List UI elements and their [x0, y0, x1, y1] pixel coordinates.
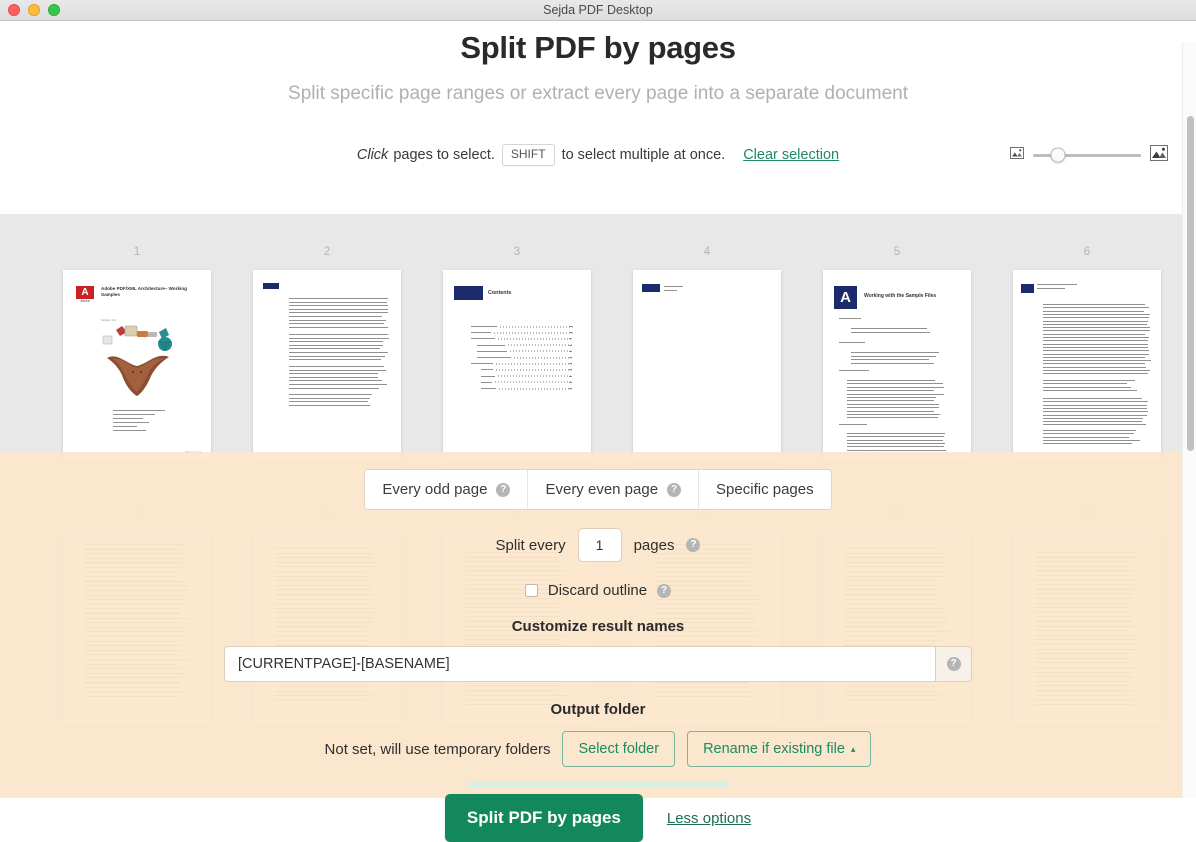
cover-title: Adobe PDF/XML Architecture– Working Samp…	[101, 286, 197, 298]
select-folder-label: Select folder	[578, 741, 659, 757]
output-folder-row: Not set, will use temporary folders Sele…	[0, 731, 1196, 767]
help-icon[interactable]: ?	[657, 584, 671, 598]
click-hint-emphasis: Click	[357, 147, 388, 163]
zoom-slider[interactable]	[1033, 154, 1141, 157]
split-every-unit: pages	[634, 537, 675, 554]
result-names-field-group: ?	[224, 646, 972, 682]
result-names-help-button[interactable]: ?	[935, 646, 972, 682]
thumbnail-item[interactable]: 6 2 Adobe	[992, 246, 1182, 462]
thumbnail-item[interactable]: 2 1 Adobe	[232, 246, 422, 462]
shift-key-badge: SHIFT	[502, 144, 555, 165]
thumbnail-item[interactable]: 4 ii	[612, 246, 802, 462]
thumbnail-row-1: 1 A Adobe Adobe PDF/XML Architecture– Wor…	[0, 246, 1196, 462]
chapter-badge: A	[834, 286, 857, 309]
help-icon[interactable]: ?	[686, 538, 700, 552]
window-titlebar: Sejda PDF Desktop	[0, 0, 1196, 21]
contents-heading: Contents	[488, 290, 511, 297]
page-number-label: 6	[992, 246, 1182, 260]
action-row: Split PDF by pages Less options	[0, 794, 1196, 842]
help-icon[interactable]: ?	[667, 483, 681, 497]
vertical-scrollbar[interactable]	[1182, 42, 1196, 798]
chapter-heading: Working with the Sample Files	[864, 293, 960, 300]
split-mode-tabs[interactable]: Every odd page ? Every even page ? Speci…	[364, 469, 831, 510]
page-preview[interactable]: 2 Adobe	[1013, 270, 1161, 462]
split-every-label: Split every	[496, 537, 566, 554]
window-title: Sejda PDF Desktop	[0, 3, 1196, 17]
rename-if-existing-label: Rename if existing file	[703, 741, 845, 757]
thumbnail-item[interactable]: 1 A Adobe Adobe PDF/XML Architecture– Wor…	[42, 246, 232, 462]
image-large-icon[interactable]	[1150, 145, 1168, 165]
cover-illustration	[97, 322, 181, 400]
page-preview[interactable]: 1 Adobe	[253, 270, 401, 462]
multi-select-hint: to select multiple at once.	[562, 147, 726, 163]
tab-every-odd-page[interactable]: Every odd page ?	[365, 470, 528, 509]
page-preview[interactable]: A Adobe Adobe PDF/XML Architecture– Worki…	[63, 270, 211, 462]
page-title: Split PDF by pages	[0, 30, 1196, 66]
thumbnail-item[interactable]: 3 Contents Adobe PDF/XML Architecture Wo…	[422, 246, 612, 462]
tab-label: Every even page	[545, 481, 658, 498]
output-folder-label: Output folder	[0, 701, 1196, 718]
help-icon[interactable]: ?	[947, 657, 961, 671]
tab-label: Every odd page	[382, 481, 487, 498]
page-number-label: 1	[42, 246, 232, 260]
page-preview[interactable]: A Working with the Sample Files Adobe PD…	[823, 270, 971, 462]
tab-specific-pages[interactable]: Specific pages	[699, 470, 831, 509]
split-pdf-button[interactable]: Split PDF by pages	[445, 794, 643, 842]
result-names-input[interactable]	[224, 646, 935, 682]
app-root: Split PDF by pages Split specific page r…	[0, 21, 1196, 798]
discard-outline-row: Discard outline ?	[0, 582, 1196, 599]
page-number-label: 3	[422, 246, 612, 260]
progress-placeholder	[467, 781, 729, 787]
page-number-label: 5	[802, 246, 992, 260]
scrollbar-thumb[interactable]	[1187, 116, 1194, 451]
select-folder-button[interactable]: Select folder	[562, 731, 675, 767]
output-folder-status: Not set, will use temporary folders	[325, 741, 551, 758]
page-subtitle: Split specific page ranges or extract ev…	[0, 83, 1196, 105]
split-every-row: Split every pages ?	[0, 528, 1196, 562]
discard-outline-checkbox[interactable]	[525, 584, 538, 597]
help-icon[interactable]: ?	[496, 483, 510, 497]
page-number-label: 2	[232, 246, 422, 260]
less-options-link[interactable]: Less options	[667, 810, 751, 827]
caret-up-icon: ▴	[851, 744, 856, 755]
tab-label: Specific pages	[716, 481, 814, 498]
page-header: Split PDF by pages Split specific page r…	[0, 21, 1196, 105]
selection-toolbar: Click pages to select. SHIFT to select m…	[0, 133, 1196, 177]
page-number-label: 4	[612, 246, 802, 260]
page-preview[interactable]: Contents Adobe PDF/XML Architecture Work…	[443, 270, 591, 462]
split-options-panel: Every odd page ? Every even page ? Speci…	[0, 452, 1196, 798]
rename-if-existing-file-button[interactable]: Rename if existing file ▴	[687, 731, 871, 767]
clear-selection-link[interactable]: Clear selection	[743, 147, 839, 163]
thumbnail-item[interactable]: 5 A Working with the Sample Files Adobe …	[802, 246, 992, 462]
discard-outline-label: Discard outline	[548, 582, 647, 599]
split-every-input[interactable]	[578, 528, 622, 562]
zoom-slider-thumb[interactable]	[1050, 148, 1065, 163]
click-hint-text: pages to select.	[393, 147, 495, 163]
tab-every-even-page[interactable]: Every even page ?	[528, 470, 699, 509]
zoom-control[interactable]	[1010, 145, 1168, 165]
customize-result-names-label: Customize result names	[0, 618, 1196, 635]
page-preview[interactable]: ii	[633, 270, 781, 462]
image-small-icon[interactable]	[1010, 147, 1024, 163]
adobe-logo-icon: A Adobe	[76, 286, 94, 303]
